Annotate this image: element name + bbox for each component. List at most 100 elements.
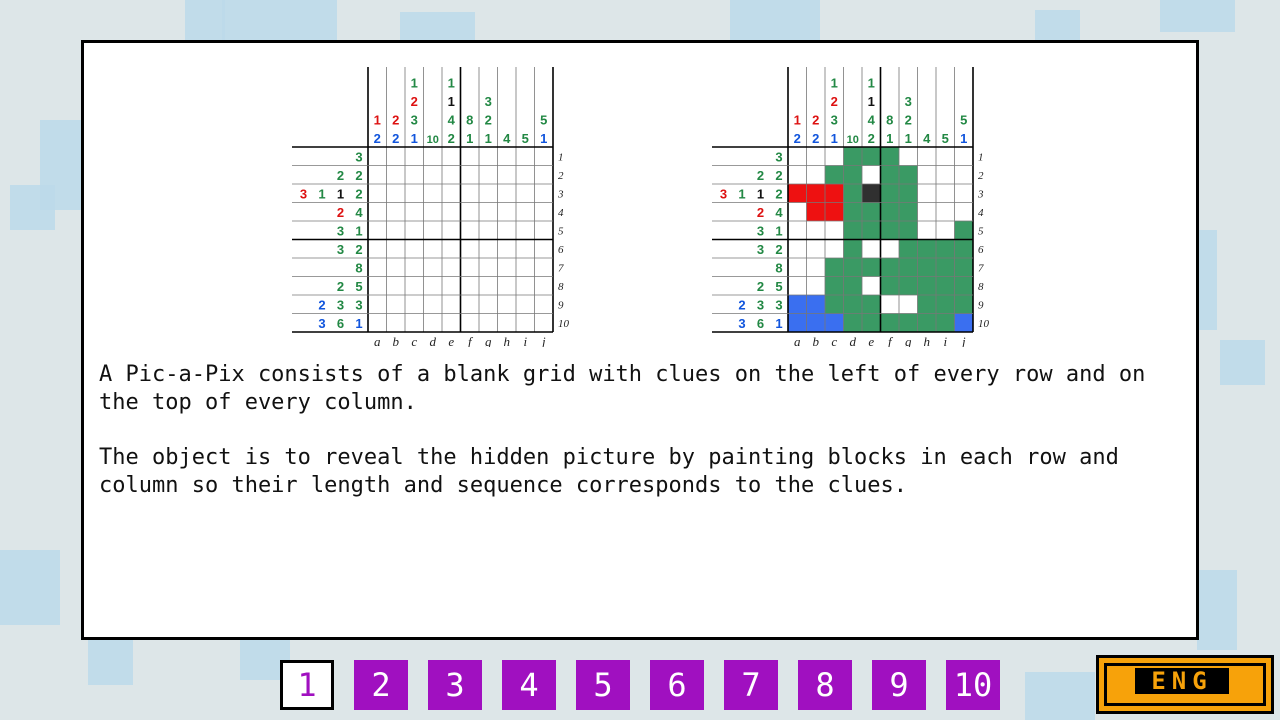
column-clue: 10 xyxy=(427,134,439,146)
column-clue: 1 xyxy=(540,131,547,146)
row-label: 3 xyxy=(557,188,564,200)
solution-cell xyxy=(862,258,881,277)
row-clue: 3 xyxy=(757,223,764,238)
row-clue: 1 xyxy=(775,316,782,331)
page-button-5[interactable]: 5 xyxy=(576,660,630,710)
column-clue: 5 xyxy=(942,131,949,146)
row-clue: 2 xyxy=(337,279,344,294)
row-clue: 2 xyxy=(757,279,764,294)
solution-cell xyxy=(843,276,862,295)
page-button-1[interactable]: 1 xyxy=(280,660,334,710)
row-clue: 8 xyxy=(775,260,782,275)
solution-cell xyxy=(806,313,825,332)
row-clue: 1 xyxy=(355,223,362,238)
language-label: ENG xyxy=(1135,668,1229,694)
solution-cell xyxy=(936,313,955,332)
column-clue: 3 xyxy=(411,113,418,128)
page-button-8[interactable]: 8 xyxy=(798,660,852,710)
row-clue: 3 xyxy=(775,149,782,164)
column-label: e xyxy=(448,334,454,347)
column-label: h xyxy=(924,334,931,347)
solution-cell xyxy=(936,239,955,258)
column-clue: 4 xyxy=(448,113,456,128)
language-button[interactable]: ENG xyxy=(1096,655,1274,714)
row-clue: 3 xyxy=(318,316,325,331)
column-clue: 2 xyxy=(794,131,801,146)
solution-cell xyxy=(936,276,955,295)
solution-cell xyxy=(825,202,844,221)
column-clue: 3 xyxy=(831,113,838,128)
page-button-4[interactable]: 4 xyxy=(502,660,556,710)
solution-cell xyxy=(788,184,807,203)
description-paragraph-1: A Pic-a-Pix consists of a blank grid wit… xyxy=(99,362,1146,415)
page-button-9[interactable]: 9 xyxy=(872,660,926,710)
solution-cell xyxy=(862,221,881,240)
row-clue: 6 xyxy=(337,316,344,331)
row-clue: 2 xyxy=(355,242,362,257)
row-clue: 2 xyxy=(355,168,362,183)
column-clue: 1 xyxy=(868,94,875,109)
solution-cell xyxy=(899,202,918,221)
solution-cell xyxy=(843,221,862,240)
row-clue: 3 xyxy=(355,297,362,312)
row-clue: 3 xyxy=(757,297,764,312)
solution-cell xyxy=(825,258,844,277)
column-clue: 1 xyxy=(886,131,893,146)
row-clue: 3 xyxy=(337,223,344,238)
solution-cell xyxy=(936,258,955,277)
row-clue: 1 xyxy=(738,186,745,201)
column-clue: 1 xyxy=(448,76,455,91)
column-clue: 2 xyxy=(905,113,912,128)
solution-cell xyxy=(862,295,881,314)
solution-cell xyxy=(917,258,936,277)
row-clue: 2 xyxy=(318,297,325,312)
solution-cell xyxy=(917,295,936,314)
blank-puzzle-grid: 1 2 2 2 1 2 3 1 10 1 1 4 2 8 1 3 2 1 4 5 5 1 3 2 2 3 1 1 2 2 4 3 1 3 2 8 2 5 2… xyxy=(292,67,592,347)
page-button-2[interactable]: 2 xyxy=(354,660,408,710)
column-clue: 8 xyxy=(466,113,473,128)
row-label: 3 xyxy=(977,188,984,200)
row-label: 6 xyxy=(558,244,564,256)
column-label: d xyxy=(430,334,437,347)
column-clue: 1 xyxy=(374,113,381,128)
column-clue: 3 xyxy=(905,94,912,109)
row-label: 1 xyxy=(978,151,984,163)
page-button-10[interactable]: 10 xyxy=(946,660,1000,710)
column-clue: 2 xyxy=(392,113,399,128)
row-clue: 6 xyxy=(757,316,764,331)
column-clue: 4 xyxy=(868,113,876,128)
row-clue: 3 xyxy=(355,149,362,164)
solution-cell xyxy=(899,295,918,314)
solution-cell xyxy=(899,258,918,277)
solution-cell xyxy=(843,258,862,277)
solution-cell xyxy=(917,313,936,332)
row-clue: 2 xyxy=(337,205,344,220)
solution-cell xyxy=(862,239,881,258)
page-button-3[interactable]: 3 xyxy=(428,660,482,710)
row-clue: 8 xyxy=(355,260,362,275)
solution-cell xyxy=(899,165,918,184)
solution-cell xyxy=(825,184,844,203)
solution-cell xyxy=(917,221,936,240)
solution-cell xyxy=(862,184,881,203)
solution-cell xyxy=(843,165,862,184)
column-clue: 8 xyxy=(886,113,893,128)
row-label: 10 xyxy=(558,318,570,330)
row-clue: 5 xyxy=(355,279,362,294)
row-label: 1 xyxy=(558,151,564,163)
row-clue: 3 xyxy=(337,297,344,312)
column-label: c xyxy=(831,334,837,347)
solution-cell xyxy=(843,295,862,314)
page-button-7[interactable]: 7 xyxy=(724,660,778,710)
column-label: f xyxy=(888,334,894,347)
row-clue: 2 xyxy=(738,297,745,312)
column-label: b xyxy=(813,334,820,347)
solution-cell xyxy=(825,295,844,314)
row-clue: 5 xyxy=(775,279,782,294)
column-clue: 2 xyxy=(812,113,819,128)
column-label: g xyxy=(905,334,912,347)
page-button-6[interactable]: 6 xyxy=(650,660,704,710)
row-clue: 3 xyxy=(337,242,344,257)
solution-cell xyxy=(843,239,862,258)
solution-cell xyxy=(880,202,899,221)
